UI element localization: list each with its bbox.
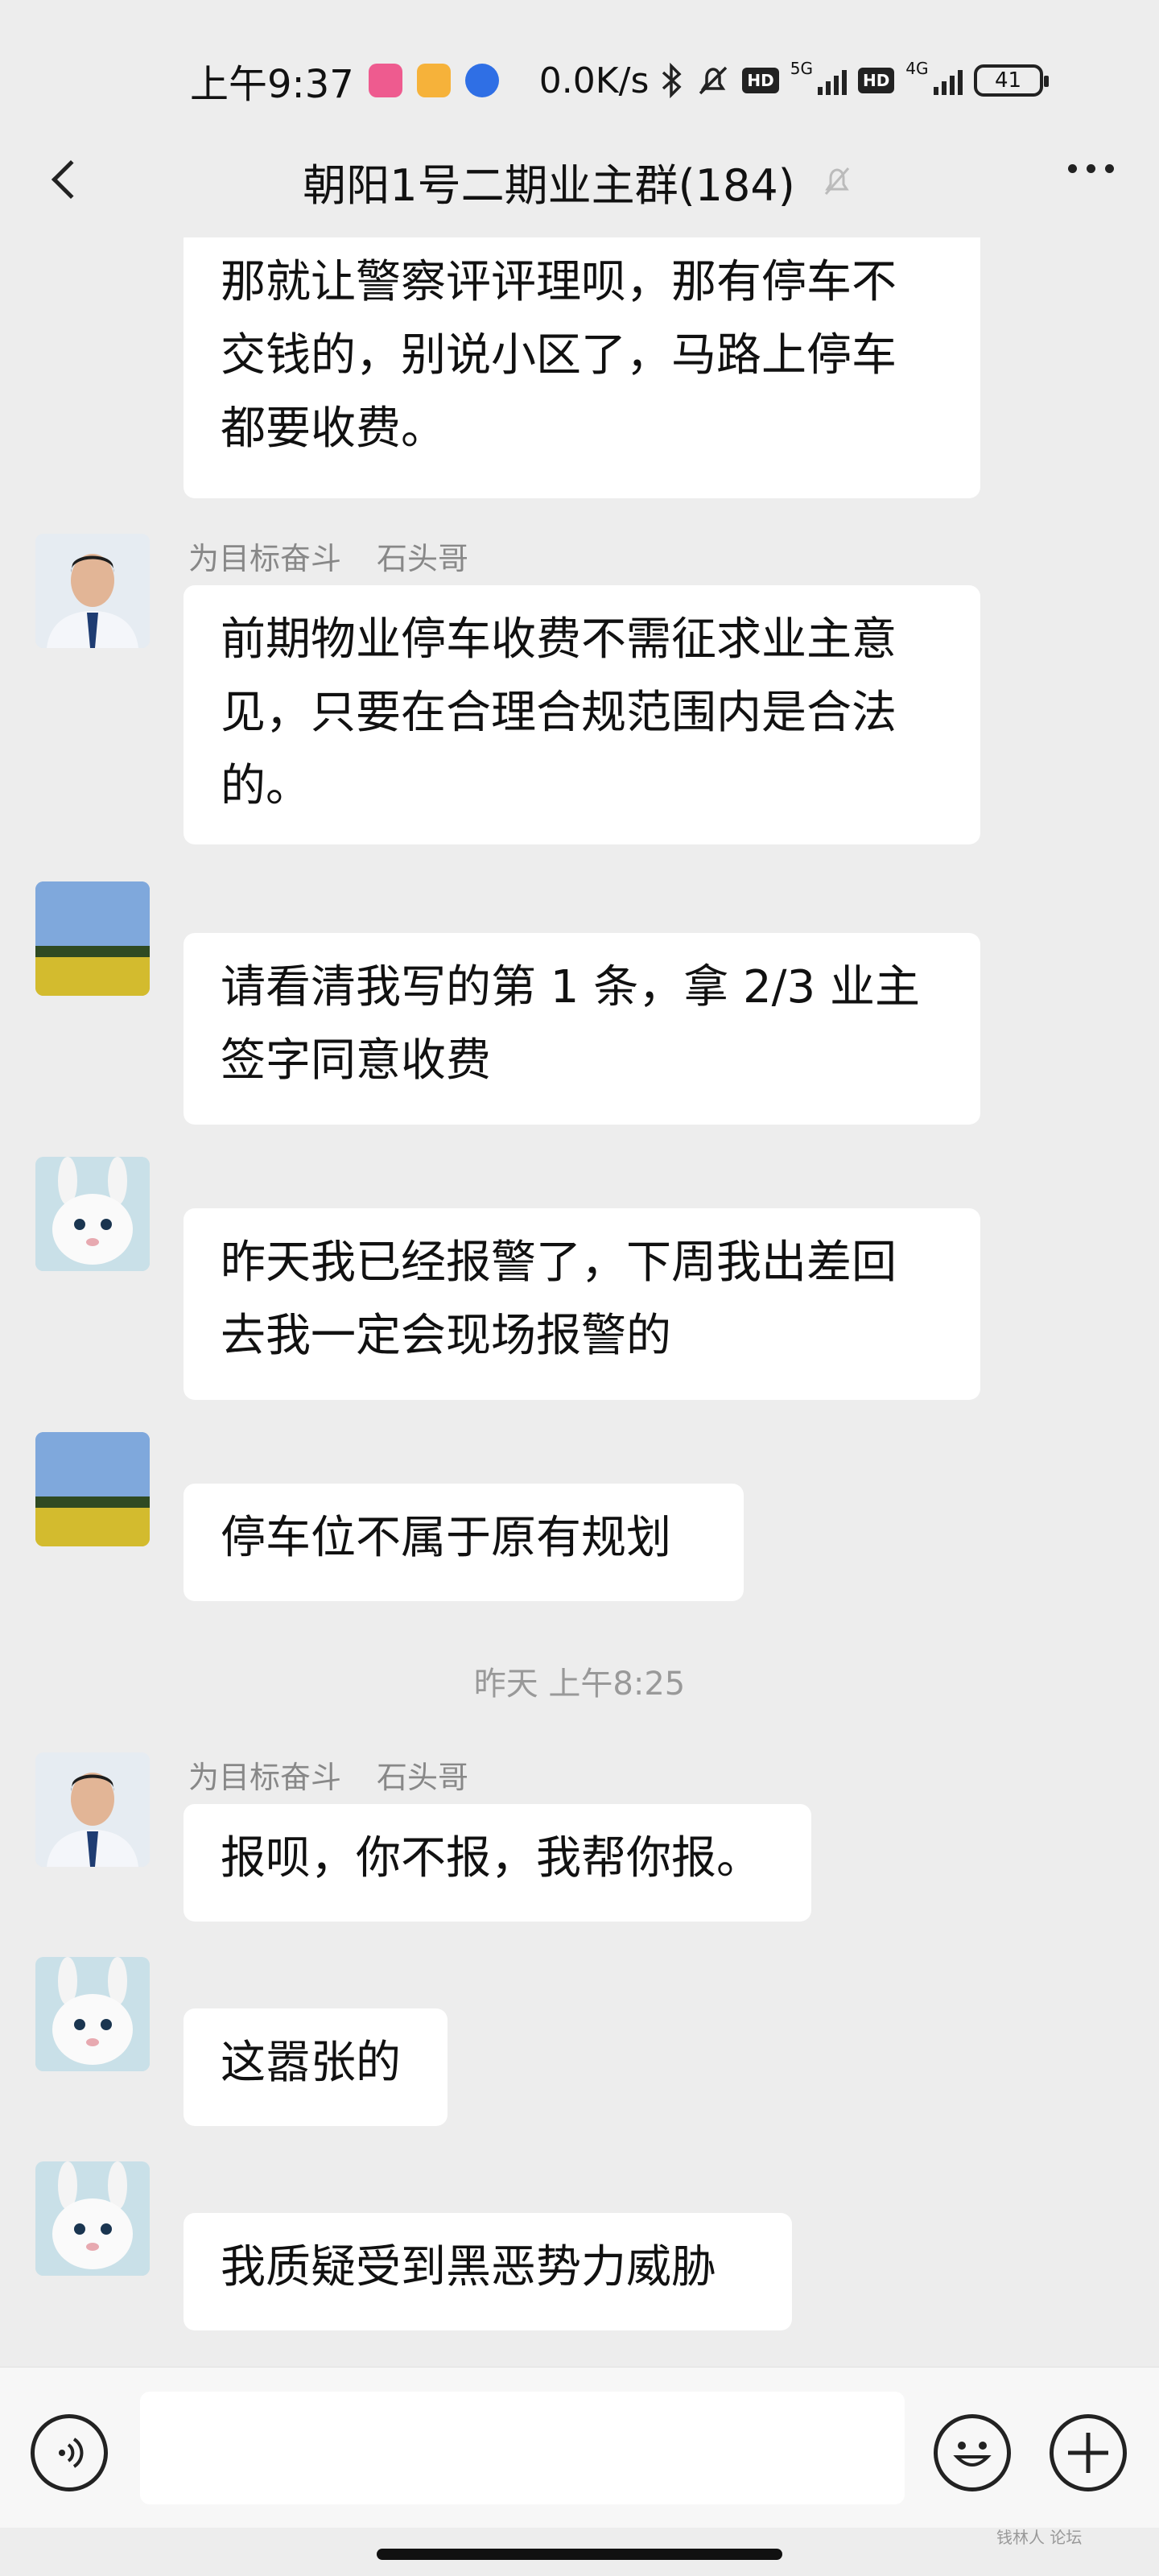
battery-icon: 41 <box>973 64 1049 97</box>
avatar[interactable] <box>35 1432 150 1546</box>
status-time: 上午9:37 <box>190 62 354 107</box>
message-line: 请看清我写的第 1 条，拿 2/3 业主 <box>221 961 920 1013</box>
message-line: 见，只要在合理合规范围内是合法 <box>221 687 897 739</box>
hd-badge-2: HD <box>857 68 895 93</box>
sender-nickname: 石头哥 <box>377 1760 469 1795</box>
chat-header: 朝阳1号二期业主群(184) <box>0 129 1159 233</box>
message-line: 都要收费。 <box>221 402 446 455</box>
message-bubble[interactable]: 昨天我已经报警了，下周我出差回 去我一定会现场报警的 <box>184 1208 980 1400</box>
avatar[interactable] <box>35 2161 150 2276</box>
avatar[interactable] <box>35 1957 150 2071</box>
message-bubble[interactable]: 请看清我写的第 1 条，拿 2/3 业主 签字同意收费 <box>184 933 980 1125</box>
notes-app-icon <box>416 64 451 97</box>
message-input[interactable] <box>140 2392 905 2504</box>
message-line: 这嚣张的 <box>221 2037 401 2089</box>
message-bubble[interactable]: 停车位不属于原有规划 <box>184 1484 744 1601</box>
message-line: 报呗，你不报，我帮你报。 <box>221 1832 761 1885</box>
man-portrait-icon <box>35 534 150 648</box>
browser-app-icon <box>464 64 499 97</box>
landscape-field-icon <box>35 1432 150 1546</box>
landscape-field-icon <box>35 881 150 996</box>
message-line: 的。 <box>221 760 311 812</box>
signal-icon-2 <box>933 66 963 95</box>
timestamp: 昨天 上午8:25 <box>473 1666 686 1703</box>
sender-group: 为目标奋斗 <box>188 1760 342 1795</box>
smiley-icon <box>953 2442 992 2467</box>
bunny-avatar-icon <box>35 1157 150 1271</box>
status-indicators: 0.0K/s HD 5G HD 4G 41 <box>538 58 1049 101</box>
message-line: 交钱的，别说小区了，马路上停车 <box>221 329 897 382</box>
message-line: 前期物业停车收费不需征求业主意 <box>221 613 897 666</box>
net-label-5g: 5G <box>790 58 813 78</box>
bilibili-app-icon <box>368 64 402 97</box>
sender-name: 为目标奋斗 石头哥 <box>188 534 504 578</box>
net-speed: 0.0K/s <box>538 60 650 101</box>
avatar[interactable] <box>35 1752 150 1867</box>
hd-badge-1: HD <box>742 68 779 93</box>
message-line: 去我一定会现场报警的 <box>221 1310 671 1362</box>
sender-group: 为目标奋斗 <box>188 541 342 576</box>
home-indicator[interactable] <box>377 2549 782 2560</box>
sender-nickname: 石头哥 <box>377 541 469 576</box>
message-bubble[interactable]: 我质疑受到黑恶势力威胁 <box>184 2213 792 2330</box>
voice-wave-icon <box>59 2438 84 2468</box>
chat-title: 朝阳1号二期业主群(184) <box>303 159 795 211</box>
signal-icon-1 <box>817 66 847 95</box>
chevron-left-icon <box>51 159 91 200</box>
message-line: 那就让警察评评理呗，那有停车不 <box>221 256 897 308</box>
man-portrait-icon <box>35 1752 150 1867</box>
voice-input-button[interactable] <box>31 2414 108 2491</box>
message-bubble[interactable]: 报呗，你不报，我帮你报。 <box>184 1804 811 1922</box>
message-line: 我质疑受到黑恶势力威胁 <box>221 2241 716 2293</box>
message-bubble[interactable]: 这嚣张的 <box>184 2008 448 2126</box>
message-line: 签字同意收费 <box>221 1034 491 1087</box>
message-line: 停车位不属于原有规划 <box>221 1512 671 1564</box>
avatar[interactable] <box>35 534 150 648</box>
bluetooth-icon <box>662 63 682 98</box>
more-actions-plus-button[interactable] <box>1050 2414 1127 2491</box>
bunny-avatar-icon <box>35 2161 150 2276</box>
sender-name: 为目标奋斗 石头哥 <box>188 1752 504 1797</box>
message-list[interactable]: 那就让警察评评理呗，那有停车不 交钱的，别说小区了，马路上停车 都要收费。 为目… <box>0 237 1159 2363</box>
muted-bell-icon <box>824 167 849 195</box>
message-bubble[interactable]: 前期物业停车收费不需征求业主意 见，只要在合理合规范围内是合法 的。 <box>184 585 980 844</box>
mute-bell-icon <box>699 66 728 95</box>
more-options-button[interactable] <box>1068 164 1114 173</box>
watermark: 钱林人 论坛 <box>996 2528 1083 2547</box>
bunny-avatar-icon <box>35 1957 150 2071</box>
message-line: 昨天我已经报警了，下周我出差回 <box>221 1236 897 1289</box>
message-bubble[interactable]: 那就让警察评评理呗，那有停车不 交钱的，别说小区了，马路上停车 都要收费。 <box>184 237 980 498</box>
avatar[interactable] <box>35 1157 150 1271</box>
back-button[interactable] <box>37 151 93 208</box>
input-bar <box>0 2367 1159 2528</box>
net-label-4g: 4G <box>905 58 929 78</box>
emoji-button[interactable] <box>934 2414 1011 2491</box>
avatar[interactable] <box>35 881 150 996</box>
